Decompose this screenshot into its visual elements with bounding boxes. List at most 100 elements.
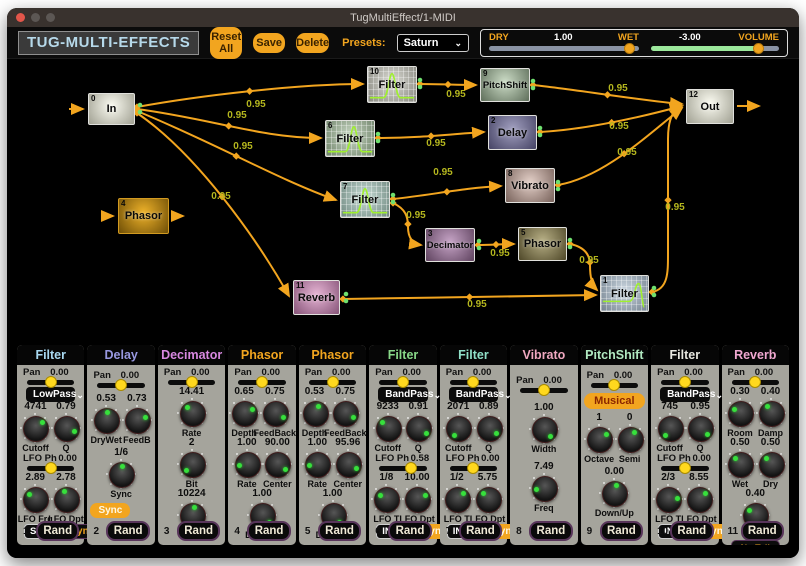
knob-dial[interactable] [405,487,431,513]
rand-button[interactable]: Rand [459,521,502,541]
lfo-phase-slider-thumb[interactable] [45,462,57,474]
knob-rate[interactable] [302,449,332,479]
knob-cutoff[interactable] [655,413,685,443]
knob-dial[interactable] [180,452,206,478]
filter-type-select[interactable]: BandPass⌄ [378,387,427,402]
pan-slider[interactable] [661,380,708,385]
pan-slider[interactable] [309,380,356,385]
knob-center[interactable] [333,449,363,479]
knob-q[interactable] [474,413,504,443]
knob-dial[interactable] [688,416,714,442]
knob-dial[interactable] [728,452,754,478]
volume-slider[interactable] [651,46,779,51]
rand-button[interactable]: Rand [106,521,149,541]
pan-slider-thumb[interactable] [679,376,691,388]
node-filter-1[interactable]: 1Filter [600,275,649,312]
pan-slider[interactable] [520,388,567,393]
knob-feedback[interactable] [330,398,360,428]
knob-dial[interactable] [618,427,644,453]
node-filter-7[interactable]: 7Filter [340,181,390,218]
knob-dial[interactable] [687,487,713,513]
knob-dial[interactable] [602,481,628,507]
rand-button[interactable]: Rand [600,521,643,541]
node-in-0[interactable]: 0In [88,93,135,125]
knob-dial[interactable] [587,427,613,453]
knob-lfo-t[interactable] [653,484,683,514]
knob-depth[interactable] [300,398,330,428]
knob-dial[interactable] [180,401,206,427]
pan-slider[interactable] [379,380,426,385]
minimize-button[interactable] [31,13,40,22]
knob-lfo-dpt[interactable] [402,484,432,514]
knob-octave[interactable] [584,424,614,454]
knob-drywet[interactable] [91,405,121,435]
knob-dial[interactable] [445,487,471,513]
lfo-phase-slider[interactable] [27,466,74,471]
knob-lfo-t[interactable] [442,484,472,514]
knob-sync[interactable] [106,459,136,489]
knob-q[interactable] [51,413,81,443]
knob-dial[interactable] [94,408,120,434]
filter-type-select[interactable]: BandPass⌄ [449,387,498,402]
knob-dial[interactable] [532,476,558,502]
knob-dial[interactable] [532,417,558,443]
node-vibrato-8[interactable]: 8Vibrato [505,168,555,203]
reset-all-button[interactable]: Reset All [210,27,242,59]
pan-slider-thumb[interactable] [256,376,268,388]
rand-button[interactable]: Rand [529,521,572,541]
pan-slider[interactable] [591,383,638,388]
node-phasor-5[interactable]: 5Phasor [518,227,567,261]
pan-slider[interactable] [732,380,779,385]
knob-dial[interactable] [232,401,258,427]
rand-button[interactable]: Rand [741,521,784,541]
volume-slider-thumb[interactable] [753,43,764,54]
knob-dial[interactable] [125,408,151,434]
close-button[interactable] [16,13,25,22]
rand-button[interactable]: Rand [388,521,431,541]
knob-lfo-frq[interactable] [20,484,50,514]
lfo-phase-slider[interactable] [450,466,497,471]
rand-button[interactable]: Rand [670,521,713,541]
pan-slider-thumb[interactable] [538,384,550,396]
pan-slider-thumb[interactable] [186,376,198,388]
knob-q[interactable] [685,413,715,443]
knob-dial[interactable] [336,452,362,478]
lfo-phase-slider-thumb[interactable] [405,462,417,474]
delete-button[interactable]: Delete [296,33,329,53]
knob-lfo-dpt[interactable] [473,484,503,514]
knob-dial[interactable] [658,416,684,442]
knob-dial[interactable] [728,401,754,427]
rand-button[interactable]: Rand [318,521,361,541]
knob-depth[interactable] [229,398,259,428]
pan-slider-thumb[interactable] [45,376,57,388]
knob-feedb[interactable] [122,405,152,435]
rand-button[interactable]: Rand [177,521,220,541]
node-phasor-4[interactable]: 4Phasor [118,198,169,234]
knob-dial[interactable] [759,452,785,478]
pan-slider-thumb[interactable] [608,379,620,391]
knob-bit[interactable] [177,449,207,479]
lfo-phase-slider-thumb[interactable] [679,462,691,474]
zoom-button[interactable] [46,13,55,22]
knob-dial[interactable] [263,401,289,427]
knob-feedback[interactable] [260,398,290,428]
pan-slider[interactable] [168,380,215,385]
lfo-phase-slider[interactable] [379,466,426,471]
knob-cutoff[interactable] [443,413,473,443]
sync-button[interactable]: Sync [90,503,130,518]
knob-dial[interactable] [759,401,785,427]
knob-damp[interactable] [756,398,786,428]
pan-slider[interactable] [27,380,74,385]
knob-dry[interactable] [756,449,786,479]
knob-q[interactable] [403,413,433,443]
filter-type-select[interactable]: LowPass⌄ [26,387,75,402]
save-button[interactable]: Save [253,33,285,53]
node-reverb-11[interactable]: 11Reverb [293,280,340,315]
rand-button[interactable]: Rand [247,521,290,541]
pan-slider-thumb[interactable] [397,376,409,388]
pan-slider[interactable] [238,380,285,385]
knob-dial[interactable] [376,416,402,442]
lfo-phase-slider[interactable] [661,466,708,471]
rand-button[interactable]: Rand [36,521,79,541]
knob-freq[interactable] [529,473,559,503]
